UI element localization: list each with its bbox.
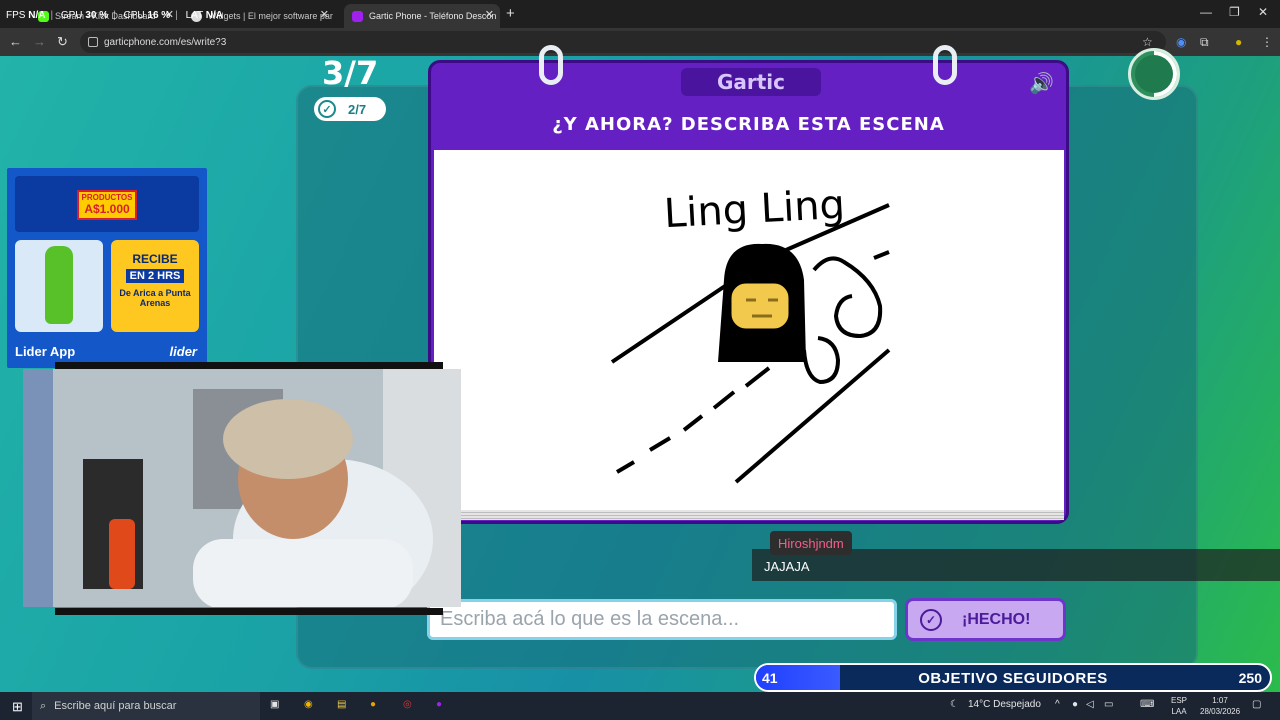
url-text: garticphone.com/es/write?3 [104, 36, 227, 48]
close-icon[interactable]: ✕ [485, 8, 494, 21]
browser-tab-bar: Stream - Kick Dashboard ✕ Widgets | El m… [0, 0, 1280, 28]
ad-tag-price: A$1.000 [84, 201, 130, 216]
fps-value: N/A [28, 10, 46, 21]
forward-icon[interactable]: → [33, 34, 46, 49]
ad-promo-a: RECIBE [132, 252, 178, 266]
check-icon: ✓ [318, 100, 336, 118]
prompt-title: ¿Y AHORA? DESCRIBA ESTA ESCENA [552, 114, 945, 135]
windows-taskbar: ⊞ ⌕ Escribe aquí para buscar ▣ ◉ ▤ ● ◎ ●… [0, 692, 1280, 720]
perf-overlay: FPS N/A | GPU 30 % | CPU 16 % | LAT N/A [6, 10, 224, 21]
keyboard-icon[interactable]: ⌨ [1140, 699, 1154, 710]
bookmark-star-icon[interactable]: ☆ [1142, 35, 1153, 49]
obs-icon[interactable]: ◎ [403, 699, 412, 710]
check-icon: ✓ [920, 608, 942, 631]
gpu-value: 30 % [85, 10, 109, 21]
notebook-header: Gartic ¿Y AHORA? DESCRIBA ESTA ESCENA 🔊 [431, 63, 1066, 147]
taskbar-search[interactable]: ⌕ Escribe aquí para buscar [32, 692, 260, 720]
notifications-icon[interactable]: ▢ [1252, 699, 1261, 710]
tray-chevron-icon[interactable]: ^ [1055, 699, 1060, 710]
sub-round-text: 2/7 [348, 101, 367, 117]
volume-icon[interactable]: ◁ [1086, 699, 1094, 710]
gpu-label: GPU [60, 10, 83, 21]
weather-text: 14°C Despejado [968, 699, 1041, 710]
lang-line-2: LAA [1171, 707, 1187, 716]
gartic-logo: Gartic [681, 68, 821, 96]
timer-icon [1128, 48, 1180, 100]
search-icon: ⌕ [40, 699, 47, 712]
cpu-label: CPU [123, 10, 145, 21]
windows-start-icon[interactable]: ⊞ [12, 699, 23, 715]
answer-field-wrapper [427, 599, 897, 640]
done-button[interactable]: ✓ ¡HECHO! [905, 598, 1066, 641]
chat-username: Hiroshjndm [770, 531, 852, 555]
goal-label: OBJETIVO SEGUIDORES [918, 670, 1108, 687]
goal-target: 250 [1238, 670, 1262, 686]
round-counter: 3/7 [322, 54, 379, 92]
close-icon[interactable]: ✕ [320, 8, 329, 21]
sub-round-badge: ✓ 2/7 [314, 97, 386, 121]
drawing-svg: Ling Ling [610, 182, 891, 484]
address-bar[interactable]: garticphone.com/es/write?3 [80, 31, 1166, 53]
notebook-page-edges [434, 510, 1064, 520]
network-icon[interactable]: ▭ [1104, 699, 1113, 710]
tab-gartic-phone[interactable]: Gartic Phone - Teléfono Descon ✕ [344, 4, 500, 28]
file-explorer-icon[interactable]: ▤ [337, 699, 346, 710]
ad-promo-b: EN 2 HRS [125, 269, 185, 283]
notebook-card: Gartic ¿Y AHORA? DESCRIBA ESTA ESCENA 🔊 … [428, 45, 1069, 524]
extension-icon[interactable]: ◉ [1176, 35, 1186, 49]
done-label: ¡HECHO! [962, 610, 1031, 628]
ad-brand-right: lider [169, 344, 197, 359]
follower-goal-bar: 41 OBJETIVO SEGUIDORES 250 [754, 663, 1272, 692]
extensions-puzzle-icon[interactable]: ⧉ [1200, 35, 1209, 50]
discord-icon[interactable]: ● [436, 699, 442, 710]
weather-icon: ☾ [950, 699, 959, 710]
ad-price-tag: PRODUCTOS A$1.000 [77, 190, 137, 220]
taskbar-search-placeholder: Escribe aquí para buscar [54, 700, 177, 712]
minimize-icon[interactable]: — [1200, 5, 1212, 19]
webcam-feed [23, 369, 461, 607]
ad-banner: PRODUCTOS A$1.000 RECIBE EN 2 HRS De Ari… [7, 168, 207, 368]
drawing-caption: Ling Ling [663, 182, 846, 237]
ad-promo-box: RECIBE EN 2 HRS De Arica a Punta Arenas [111, 240, 199, 332]
clock-time: 1:07 [1212, 696, 1228, 705]
back-icon[interactable]: ← [9, 34, 22, 49]
site-info-icon[interactable] [88, 37, 98, 47]
app-icon[interactable]: ● [370, 699, 376, 710]
mic-icon[interactable]: ● [1072, 699, 1078, 710]
menu-kebab-icon[interactable]: ⋮ [1261, 35, 1273, 49]
chat-message: JAJAJA [764, 559, 810, 574]
gartic-icon [352, 10, 363, 22]
clock[interactable]: 1:07 28/03/2026 [1200, 695, 1240, 717]
new-tab-button[interactable]: + [506, 5, 515, 22]
cpu-value: 16 % [147, 10, 171, 21]
tab-label: Gartic Phone - Teléfono Descon [369, 11, 497, 21]
browser-toolbar: ← → ↻ garticphone.com/es/write?3 ☆ ◉ ⧉ ●… [0, 28, 1280, 56]
tab-label: Widgets | El mejor software par [208, 11, 333, 21]
reload-icon[interactable]: ↻ [57, 34, 68, 50]
restore-icon[interactable]: ❐ [1229, 5, 1240, 19]
speaker-icon[interactable]: 🔊 [1029, 71, 1054, 96]
fps-label: FPS [6, 10, 26, 21]
close-window-icon[interactable]: ✕ [1258, 5, 1268, 19]
ad-promo-c: De Arica a Punta Arenas [119, 288, 191, 309]
clock-date: 28/03/2026 [1200, 707, 1241, 716]
language-indicator[interactable]: ESP LAA [1166, 695, 1192, 717]
drawing-canvas: Ling Ling [434, 150, 1064, 510]
webcam-image [23, 369, 461, 607]
ad-product-image [15, 240, 103, 332]
lang-line-1: ESP [1170, 696, 1187, 705]
lat-label: LAT [185, 10, 204, 21]
task-view-icon[interactable]: ▣ [270, 699, 279, 710]
chrome-icon[interactable]: ◉ [304, 699, 313, 710]
answer-input[interactable] [440, 608, 894, 631]
profile-avatar-icon[interactable]: ● [1235, 35, 1242, 49]
ad-brand-left: Lider App [15, 344, 76, 359]
lat-value: N/A [205, 10, 224, 21]
detergent-bottle-icon [45, 246, 73, 324]
